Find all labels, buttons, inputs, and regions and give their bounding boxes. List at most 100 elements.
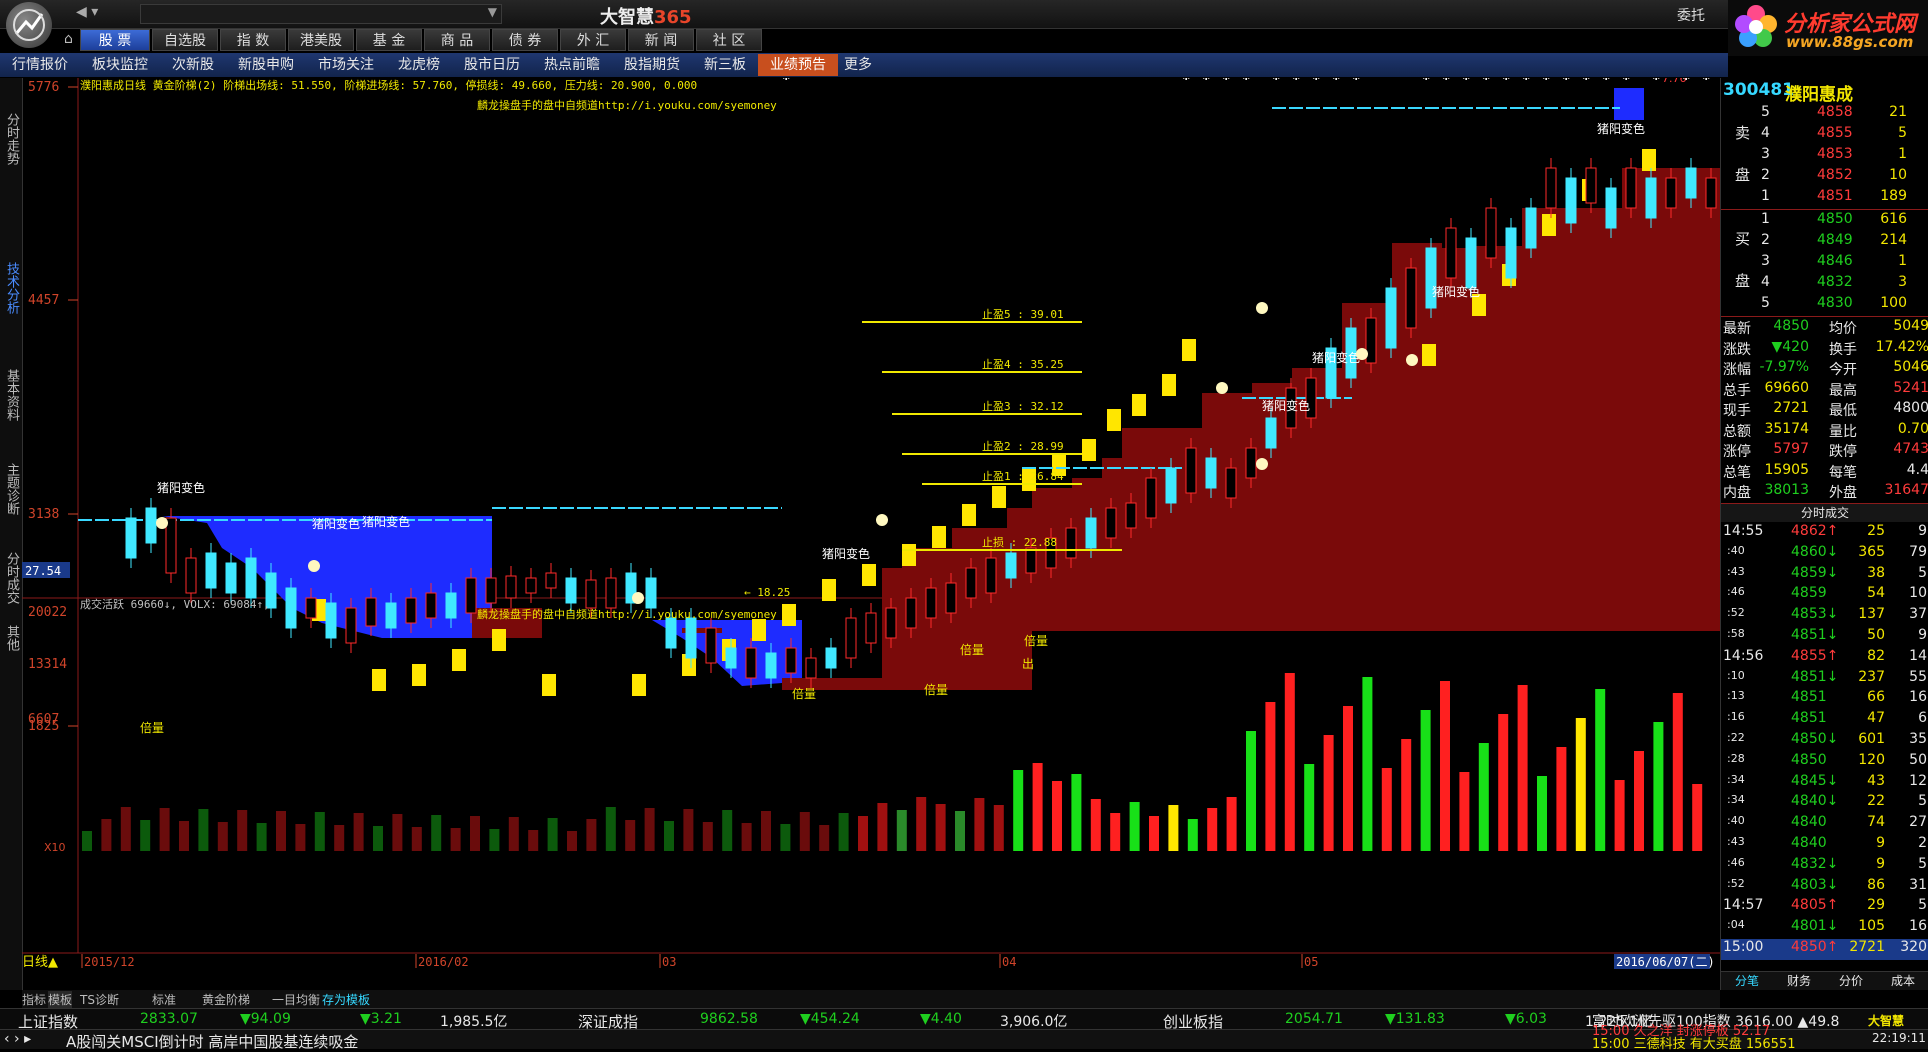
- sell-order-row[interactable]: 5 4858 21: [1721, 104, 1928, 125]
- star-marker: ✱: [1502, 78, 1510, 83]
- market-tab[interactable]: 指 数: [220, 29, 286, 51]
- address-input[interactable]: ▼: [140, 4, 502, 24]
- indicator-tab[interactable]: 存为模板: [322, 991, 370, 1008]
- sell-order-row[interactable]: 4 4855 5: [1721, 125, 1928, 146]
- left-tab[interactable]: 其他: [0, 608, 22, 668]
- emoji-marker-icon: [1356, 348, 1368, 360]
- buy-order-row[interactable]: 5 4830 100: [1721, 295, 1928, 316]
- ticks-title: 分时成交: [1721, 503, 1928, 522]
- subnav-item[interactable]: 板块监控: [80, 54, 160, 76]
- tick-row: :28 4850 120 50: [1727, 751, 1927, 768]
- vol-y-tick: 20022: [28, 605, 67, 620]
- index-item[interactable]: 上证指数 2833.07 ▼94.09 ▼3.21 1,985.5亿: [0, 1009, 560, 1031]
- candle: [905, 597, 917, 629]
- market-tab[interactable]: 股 票: [80, 29, 150, 51]
- ticker-text[interactable]: A股闯关MSCI倒计时 高岸中国股基连续吸金: [66, 1031, 358, 1052]
- candle: [305, 597, 317, 619]
- buy-order-row[interactable]: 2 4849 214: [1721, 232, 1928, 253]
- candle: [165, 517, 177, 574]
- rp-tab[interactable]: 分笔: [1721, 971, 1773, 990]
- candle: [485, 577, 497, 604]
- volume-bar: [1420, 710, 1431, 851]
- subnav-item[interactable]: 新三板: [692, 54, 758, 76]
- candle: [985, 557, 997, 594]
- market-tab[interactable]: 债 券: [492, 29, 558, 51]
- volume-bar: [508, 817, 519, 851]
- volume-bar: [1478, 743, 1489, 851]
- volume-bar: [1381, 768, 1392, 851]
- home-icon[interactable]: ⌂: [64, 31, 73, 47]
- indicator-tab[interactable]: 一目均衡: [272, 991, 320, 1008]
- subnav-item[interactable]: 新股申购: [226, 54, 306, 76]
- subnav-item[interactable]: 次新股: [160, 54, 226, 76]
- market-tab[interactable]: 外 汇: [560, 29, 626, 51]
- tick-row: :10 4851↓ 237 55: [1727, 668, 1927, 685]
- volume-bar: [838, 813, 849, 851]
- sell-order-row[interactable]: 3 4853 1: [1721, 146, 1928, 167]
- candle: [565, 577, 577, 604]
- ticker-line2[interactable]: 15:00 三德科技 有大买盘 156551: [1592, 1033, 1796, 1052]
- emoji-marker-icon: [1406, 354, 1418, 366]
- left-tab[interactable]: 分时走势: [0, 84, 22, 194]
- candle: [205, 552, 217, 589]
- candle: [965, 567, 977, 599]
- rp-tab[interactable]: 分价: [1825, 971, 1877, 990]
- subnav-item[interactable]: 业绩预告: [758, 54, 838, 76]
- candle: [365, 597, 377, 627]
- volume-bar: [411, 827, 422, 851]
- market-tab[interactable]: 社 区: [696, 29, 762, 51]
- indicator-tab[interactable]: TS诊断: [80, 991, 119, 1008]
- quote-stat-row: 现手 2721 最低 4800: [1723, 400, 1928, 419]
- market-tab[interactable]: 商 品: [424, 29, 490, 51]
- ladder-block: [1642, 149, 1656, 171]
- back-arrow-icon[interactable]: ◀ ▾: [76, 4, 106, 22]
- candle: [1105, 507, 1117, 539]
- buy-order-row[interactable]: 4 4832 3: [1721, 274, 1928, 295]
- volume-bar: [1110, 813, 1121, 851]
- volume-bar: [1672, 693, 1683, 851]
- rp-tab[interactable]: 财务: [1773, 971, 1825, 990]
- x-tick: 2015/12: [84, 955, 135, 969]
- candle: [785, 647, 797, 674]
- rp-tab[interactable]: 成本: [1877, 971, 1928, 990]
- subnav-item[interactable]: 行情报价: [0, 54, 80, 76]
- subnav-item[interactable]: 股指期货: [612, 54, 692, 76]
- subnav-item[interactable]: 热点前瞻: [532, 54, 612, 76]
- x-tick: 2016/02: [418, 955, 469, 969]
- flower-logo-icon: [1735, 5, 1777, 47]
- volume-bar: [761, 811, 771, 851]
- sell-order-row[interactable]: 2 4852 10: [1721, 167, 1928, 188]
- volume-bar: [1517, 685, 1528, 851]
- clock: 22:19:11: [1872, 1031, 1926, 1045]
- volume-bar: [1071, 774, 1082, 851]
- kline-chart[interactable]: 濮阳惠成日线 黄金阶梯(2) 阶梯出场线: 51.550, 阶梯进场线: 57.…: [22, 78, 1720, 990]
- y-tick: 5776: [28, 80, 59, 95]
- sell-order-row[interactable]: 1 4851 189: [1721, 188, 1928, 209]
- market-tab[interactable]: 新 闻: [628, 29, 694, 51]
- subnav-item[interactable]: 更多: [838, 54, 878, 76]
- market-tab[interactable]: 港美股: [288, 29, 354, 51]
- candle: [1065, 527, 1077, 559]
- subnav-item[interactable]: 市场关注: [306, 54, 386, 76]
- subnav-item[interactable]: 股市日历: [452, 54, 532, 76]
- dropdown-icon[interactable]: ▼: [488, 5, 497, 19]
- app-logo-icon[interactable]: [6, 2, 52, 48]
- star-marker: ✱: [1292, 78, 1300, 83]
- ladder-block: [962, 504, 976, 526]
- indicator-tab[interactable]: 指标: [22, 991, 46, 1008]
- emoji-marker-icon: [1216, 382, 1228, 394]
- stop-label: 止盈1 : 26.84: [982, 470, 1064, 483]
- market-tab[interactable]: 基 金: [356, 29, 422, 51]
- candle: [645, 577, 657, 609]
- buy-order-row[interactable]: 1 4850 616: [1721, 211, 1928, 232]
- subnav-item[interactable]: 龙虎榜: [386, 54, 452, 76]
- indicator-tab[interactable]: 标准: [152, 991, 176, 1008]
- entrust-button[interactable]: 委托: [1677, 5, 1705, 25]
- buy-order-row[interactable]: 3 4846 1: [1721, 253, 1928, 274]
- indicator-tab[interactable]: 黄金阶梯: [202, 991, 250, 1008]
- y-tick: 3138: [28, 507, 59, 522]
- ticker-nav-icon[interactable]: ‹ › ▸: [4, 1031, 31, 1047]
- indicator-tab[interactable]: 模板: [48, 991, 73, 1008]
- market-tab[interactable]: 自选股: [152, 29, 218, 51]
- index-item[interactable]: 深证成指 9862.58 ▼454.24 ▼4.40 3,906.0亿: [560, 1009, 1120, 1031]
